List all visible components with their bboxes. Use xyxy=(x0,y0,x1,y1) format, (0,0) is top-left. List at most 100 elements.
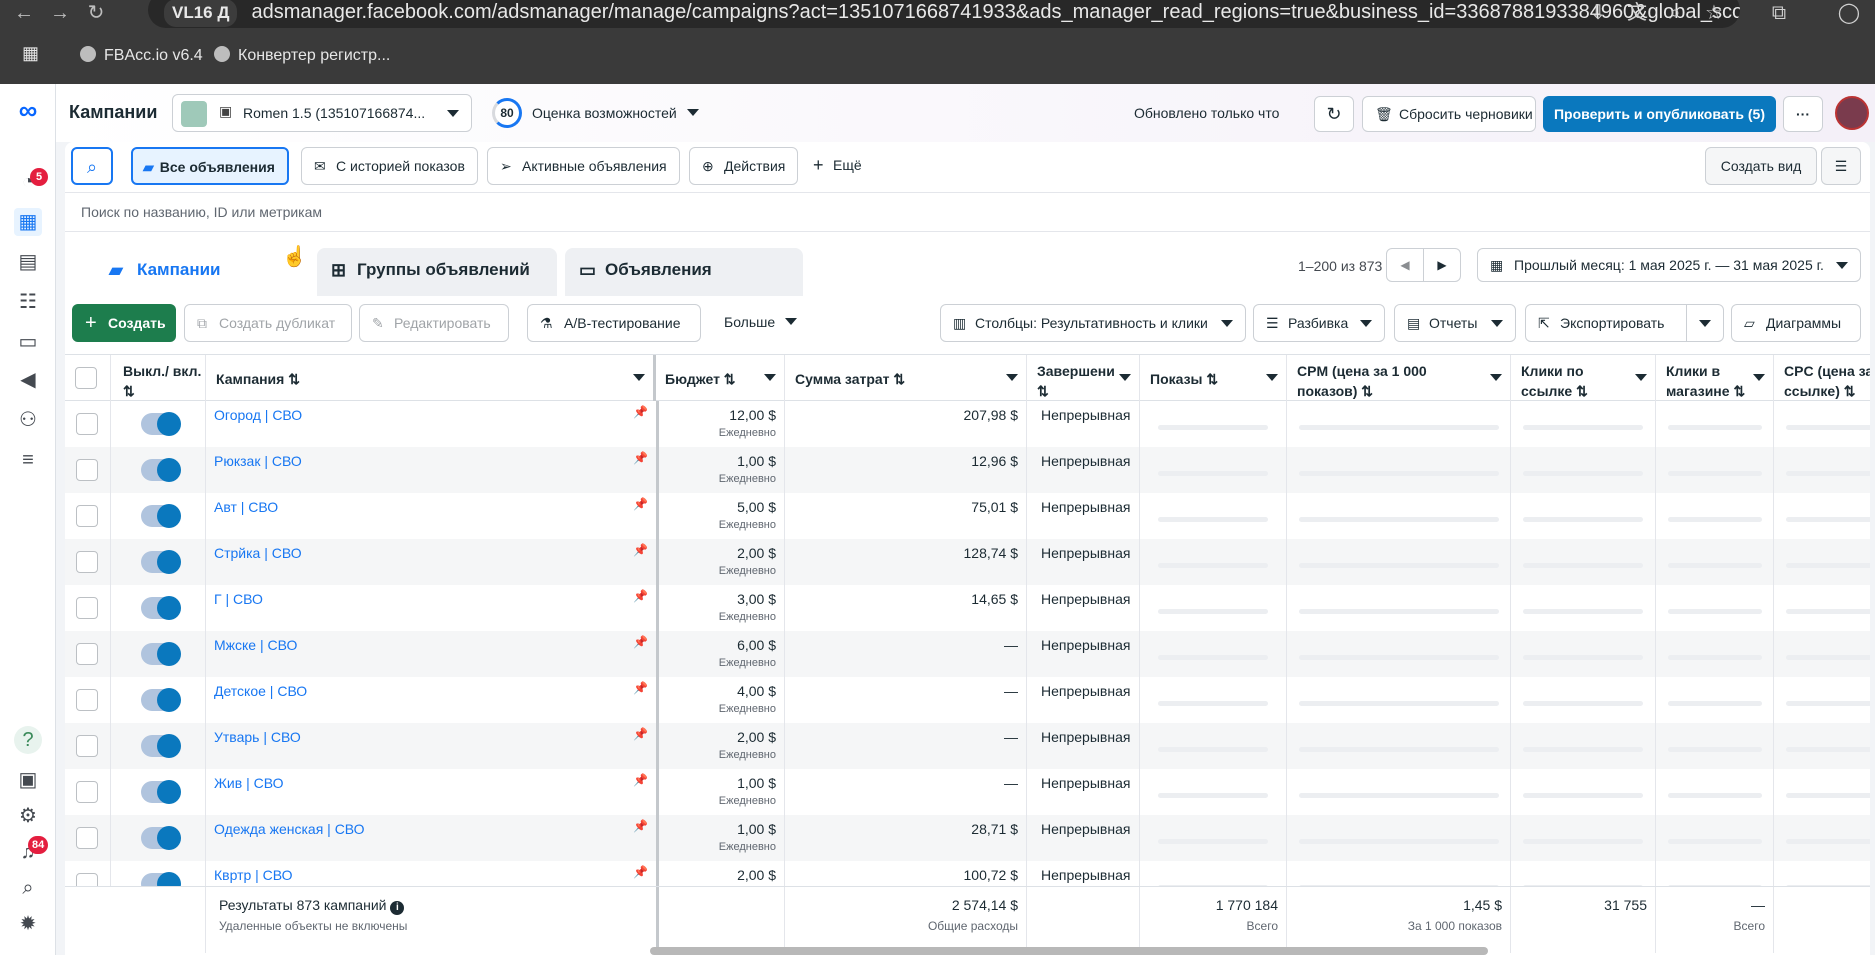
header-end[interactable]: Завершени ⇅ xyxy=(1027,355,1140,401)
scrollbar-thumb[interactable] xyxy=(650,947,1488,955)
opportunity-score-button[interactable]: Оценка возможностей xyxy=(532,105,699,121)
row-checkbox[interactable] xyxy=(76,551,98,573)
translate-icon[interactable]: 文 xyxy=(1622,0,1652,26)
view-settings-button[interactable]: ☰ xyxy=(1821,147,1861,185)
address-bar[interactable]: VL16 Д adsmanager.facebook.com/adsmanager… xyxy=(148,0,1740,28)
opportunity-score-ring[interactable]: 80 xyxy=(492,98,522,128)
apps-grid-icon[interactable]: ▦ xyxy=(22,43,39,64)
pin-icon[interactable]: 📌 xyxy=(633,635,648,649)
row-budget-cell[interactable]: 1,00 $ Ежедневно xyxy=(659,769,785,815)
table-row[interactable]: Жив | СВО 📌 1,00 $ Ежедневно — Непрерывная xyxy=(65,769,1870,815)
row-checkbox[interactable] xyxy=(76,827,98,849)
bug-report-icon[interactable]: ✹ xyxy=(14,910,42,938)
more-options-button[interactable]: ··· xyxy=(1783,96,1823,132)
all-ads-filter[interactable]: ▰ Все объявления xyxy=(131,147,289,185)
with-history-filter[interactable]: ✉ С историей показов xyxy=(301,147,478,185)
search-toggle-button[interactable]: ⌕ xyxy=(71,147,113,185)
ad-account-selector[interactable]: ▣ Romen 1.5 (135107166874... xyxy=(172,94,472,132)
row-budget-cell[interactable]: 3,00 $ Ежедневно xyxy=(659,585,785,631)
campaign-toggle[interactable] xyxy=(141,642,181,666)
help-icon[interactable]: ? xyxy=(14,726,42,754)
campaign-name-link[interactable]: Рюкзак | СВО xyxy=(214,453,302,469)
table-row[interactable]: Авт | СВО 📌 5,00 $ Ежедневно 75,01 $ Непрерыв… xyxy=(65,493,1870,539)
review-publish-button[interactable]: Проверить и опубликовать (5) xyxy=(1543,96,1776,132)
row-checkbox[interactable] xyxy=(76,597,98,619)
install-icon[interactable]: ⇩ xyxy=(1583,0,1613,26)
table-row[interactable]: Г | СВО 📌 3,00 $ Ежедневно 14,65 $ Непрерывна… xyxy=(65,585,1870,631)
row-checkbox[interactable] xyxy=(76,459,98,481)
row-budget-cell[interactable]: 2,00 $ Ежедневно xyxy=(659,539,785,585)
reports-icon[interactable]: ▤ xyxy=(14,248,42,276)
previous-page-button[interactable]: ◀ xyxy=(1386,248,1424,282)
row-budget-cell[interactable]: 5,00 $ Ежедневно xyxy=(659,493,785,539)
columns-button[interactable]: ▥ Столбцы: Результативность и клики xyxy=(940,304,1246,342)
pin-icon[interactable]: 📌 xyxy=(633,727,648,741)
next-page-button[interactable]: ▶ xyxy=(1423,248,1461,282)
row-budget-cell[interactable]: 6,00 $ Ежедневно xyxy=(659,631,785,677)
advertising-icon[interactable]: ◀ xyxy=(14,366,42,394)
row-checkbox[interactable] xyxy=(76,689,98,711)
pin-icon[interactable]: 📌 xyxy=(633,405,648,419)
refresh-button[interactable]: ↻ xyxy=(1314,96,1354,132)
search-icon[interactable]: ⌕ xyxy=(14,874,42,902)
zoom-icon[interactable]: ⌕ xyxy=(1660,0,1690,26)
charts-button[interactable]: ▱ Диаграммы xyxy=(1731,304,1861,342)
table-row[interactable]: Детское | СВО 📌 4,00 $ Ежедневно — Непрерывна… xyxy=(65,677,1870,723)
row-budget-cell[interactable]: 1,00 $ Ежедневно xyxy=(659,447,785,493)
campaign-name-link[interactable]: Авт | СВО xyxy=(214,499,278,515)
header-impressions[interactable]: Показы ⇅ xyxy=(1140,355,1287,401)
duplicate-button[interactable]: ⧉ Создать дубликат xyxy=(184,304,352,342)
header-link-clicks[interactable]: Клики по ссылке ⇅ xyxy=(1511,355,1656,401)
audiences-icon[interactable]: ☷ xyxy=(14,288,42,316)
campaign-name-link[interactable]: Утварь | СВО xyxy=(214,729,301,745)
edit-button[interactable]: ✎ Редактировать xyxy=(359,304,509,342)
table-row[interactable]: Мжске | СВО 📌 6,00 $ Ежедневно — Непрерывная xyxy=(65,631,1870,677)
row-budget-cell[interactable]: 12,00 $ Ежедневно xyxy=(659,401,785,447)
bookmark-fbacc[interactable]: FBAcc.io v6.4 xyxy=(80,46,203,65)
actions-filter[interactable]: ⊕ Действия xyxy=(689,147,799,185)
pin-icon[interactable]: 📌 xyxy=(633,865,648,879)
table-row[interactable]: Утварь | СВО 📌 2,00 $ Ежедневно — Непрерывная xyxy=(65,723,1870,769)
site-chip[interactable]: VL16 Д xyxy=(164,0,238,27)
forward-icon[interactable]: → xyxy=(44,0,76,26)
header-toggle[interactable]: Выкл./ вкл. ⇅ xyxy=(111,355,206,401)
header-campaign[interactable]: Кампания ⇅ xyxy=(206,355,656,401)
billing-icon[interactable]: ▭ xyxy=(14,328,42,356)
all-tools-icon[interactable]: ≡ xyxy=(14,446,42,474)
row-checkbox[interactable] xyxy=(76,735,98,757)
more-actions-button[interactable]: Больше xyxy=(710,304,806,342)
campaign-toggle[interactable] xyxy=(141,688,181,712)
campaign-toggle[interactable] xyxy=(141,826,181,850)
table-row[interactable]: Стрйка | СВО 📌 2,00 $ Ежедневно 128,74 $ Непр… xyxy=(65,539,1870,585)
pin-icon[interactable]: 📌 xyxy=(633,451,648,465)
pin-icon[interactable]: 📌 xyxy=(633,589,648,603)
header-cpc[interactable]: CPC (цена за ссылке) ⇅ xyxy=(1774,355,1870,401)
create-button[interactable]: + Создать xyxy=(72,304,176,342)
bookmark-star-icon[interactable]: ☆ xyxy=(1699,0,1729,26)
campaign-toggle[interactable] xyxy=(141,458,181,482)
export-button[interactable]: ⇱ Экспортировать xyxy=(1525,304,1687,342)
ab-test-button[interactable]: ⚗ A/B-тестирование xyxy=(527,304,701,342)
row-budget-cell[interactable]: 1,00 $ Ежедневно xyxy=(659,815,785,861)
campaign-toggle[interactable] xyxy=(141,412,181,436)
reload-icon[interactable]: ↻ xyxy=(80,0,112,26)
header-store-clicks[interactable]: Клики в магазине ⇅ xyxy=(1656,355,1774,401)
campaign-name-link[interactable]: Г | СВО xyxy=(214,591,263,607)
select-all-checkbox[interactable] xyxy=(75,367,97,389)
date-range-picker[interactable]: ▦ Прошлый месяц: 1 мая 2025 г. — 31 мая 2… xyxy=(1477,248,1861,282)
info-icon[interactable]: i xyxy=(390,901,405,915)
breakdown-button[interactable]: ☰ Разбивка xyxy=(1253,304,1385,342)
export-options-button[interactable] xyxy=(1686,304,1724,342)
reset-drafts-button[interactable]: 🗑 Сбросить черновики xyxy=(1362,96,1536,132)
search-input[interactable] xyxy=(81,197,1181,227)
header-budget[interactable]: Бюджет ⇅ xyxy=(659,355,785,401)
settings-gear-icon[interactable]: ⚙ xyxy=(14,802,42,830)
campaign-name-link[interactable]: Огород | СВО xyxy=(214,407,302,423)
row-checkbox[interactable] xyxy=(76,643,98,665)
reports-button[interactable]: ▤ Отчеты xyxy=(1394,304,1516,342)
campaign-name-link[interactable]: Детское | СВО xyxy=(214,683,307,699)
pin-icon[interactable]: 📌 xyxy=(633,819,648,833)
create-view-button[interactable]: Создать вид xyxy=(1705,147,1817,185)
campaign-toggle[interactable] xyxy=(141,504,181,528)
campaign-toggle[interactable] xyxy=(141,780,181,804)
